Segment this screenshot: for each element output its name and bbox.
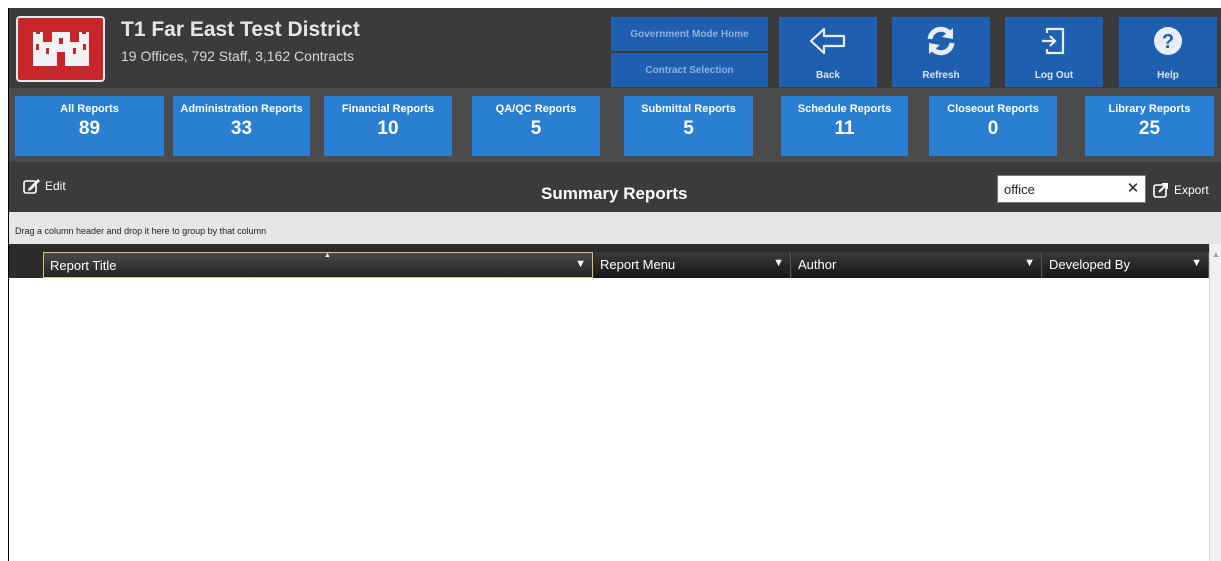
filter-icon[interactable]: ▼ [1024,257,1035,269]
refresh-label: Refresh [922,70,960,81]
log-out-label: Log Out [1034,70,1074,81]
edit-label: Edit [45,179,66,193]
back-label: Back [816,70,840,81]
filter-icon[interactable]: ▼ [773,257,784,269]
refresh-icon [927,26,955,56]
column-label: Author [798,257,837,272]
tile-library-reports[interactable]: Library Reports 25 [1085,96,1214,156]
tile-administration-reports[interactable]: Administration Reports 33 [173,96,310,156]
back-arrow-icon [809,27,846,55]
government-mode-home-button[interactable]: Government Mode Home [611,17,768,51]
export-button[interactable]: Export [1153,182,1209,198]
tile-count: 5 [530,118,542,139]
org-subtitle: 19 Offices, 792 Staff, 3,162 Contracts [121,48,354,64]
tile-schedule-reports[interactable]: Schedule Reports 11 [781,96,908,156]
tile-count: 5 [683,118,694,139]
tile-submittal-reports[interactable]: Submittal Reports 5 [624,96,753,156]
contract-selection-button[interactable]: Contract Selection [611,53,768,87]
group-by-panel[interactable]: Drag a column header and drop it here to… [9,212,1221,244]
column-header-developed-by[interactable]: Developed By ▼ [1043,252,1209,278]
help-label: Help [1157,70,1179,81]
scroll-up-icon[interactable]: ▲ [1212,250,1220,259]
export-label: Export [1174,183,1209,197]
tile-count: 89 [78,118,101,139]
tile-label: Financial Reports [341,103,435,115]
clear-search-icon[interactable]: ✕ [1124,180,1142,198]
edit-icon [23,179,40,194]
sort-ascending-icon: ▲ [324,252,331,259]
export-icon [1153,183,1168,198]
column-label: Report Menu [600,257,676,272]
column-header-report-menu[interactable]: Report Menu ▼ [594,252,791,278]
svg-text:?: ? [1162,31,1174,53]
tile-label: Library Reports [1108,103,1191,115]
tile-label: Administration Reports [180,103,303,115]
vertical-scrollbar[interactable]: ▲ [1209,244,1221,561]
page-title: Summary Reports [541,184,688,203]
help-button[interactable]: ? Help [1119,17,1217,87]
header-bar: T1 Far East Test District 19 Offices, 79… [9,8,1221,88]
tile-closeout-reports[interactable]: Closeout Reports 0 [929,96,1057,156]
grid-header: ▲ Report Title ▼ Report Menu ▼ Author ▼ … [9,244,1209,278]
group-by-hint: Drag a column header and drop it here to… [15,226,267,236]
column-header-report-title[interactable]: ▲ Report Title ▼ [43,252,593,278]
edit-button[interactable]: Edit [23,175,66,197]
report-category-tiles: All Reports 89 Administration Reports 33… [9,88,1221,162]
tile-label: QA/QC Reports [495,103,577,115]
tile-count: 11 [834,118,855,139]
report-toolbar: Edit Summary Reports ✕ Export [9,162,1221,212]
usace-castle-logo [16,16,105,82]
tile-all-reports[interactable]: All Reports 89 [15,96,164,156]
column-label: Report Title [50,258,117,273]
column-header-author[interactable]: Author ▼ [792,252,1042,278]
tile-count: 10 [377,118,399,139]
refresh-button[interactable]: Refresh [892,17,990,87]
filter-icon[interactable]: ▼ [575,258,586,270]
tile-label: Schedule Reports [797,103,892,115]
tile-financial-reports[interactable]: Financial Reports 10 [324,96,452,156]
grid-body-empty [9,278,1209,561]
tile-count: 0 [987,118,999,139]
column-label: Developed By [1049,257,1130,272]
search-box: ✕ [997,175,1146,203]
search-input[interactable] [998,176,1118,202]
tile-qa-qc-reports[interactable]: QA/QC Reports 5 [472,96,600,156]
help-icon: ? [1154,27,1182,55]
app-window: T1 Far East Test District 19 Offices, 79… [8,8,1221,561]
filter-icon[interactable]: ▼ [1191,257,1202,269]
tile-label: Submittal Reports [641,103,736,115]
tile-label: All Reports [60,103,119,115]
log-out-button[interactable]: Log Out [1005,17,1103,87]
org-title: T1 Far East Test District [121,18,360,41]
tile-count: 25 [1138,118,1161,139]
tile-count: 33 [230,118,253,139]
log-out-icon [1042,27,1065,55]
back-button[interactable]: Back [779,17,877,87]
castle-icon [33,32,89,66]
tile-label: Closeout Reports [947,103,1039,115]
